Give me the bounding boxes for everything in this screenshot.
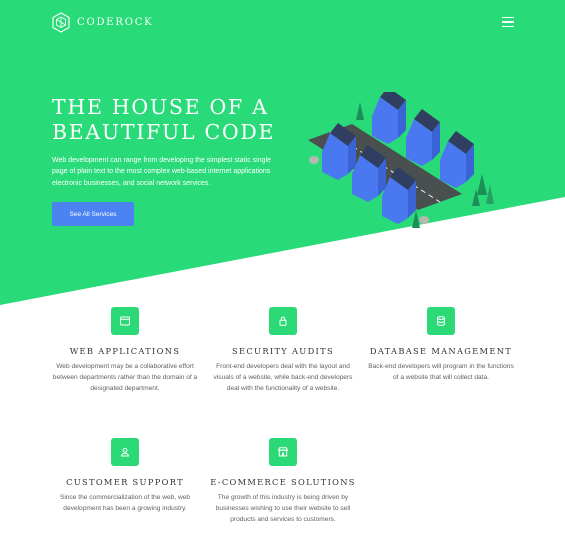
hero-title: THE HOUSE OF A BEAUTIFUL CODE bbox=[52, 95, 275, 145]
lock-icon bbox=[269, 307, 297, 335]
service-web-applications: WEB APPLICATIONS Web development may be … bbox=[50, 307, 200, 394]
user-support-icon bbox=[111, 438, 139, 466]
service-ecommerce-solutions: E-COMMERCE SOLUTIONS The growth of this … bbox=[208, 438, 358, 525]
service-description: Back-end developers will program in the … bbox=[368, 363, 514, 381]
isometric-houses-illustration bbox=[308, 92, 494, 228]
top-navbar: CODEROCK bbox=[0, 0, 565, 46]
service-description: Front-end developers deal with the layou… bbox=[213, 363, 353, 392]
service-security-audits: SECURITY AUDITS Front-end developers dea… bbox=[208, 307, 358, 394]
service-title: WEB APPLICATIONS bbox=[69, 346, 181, 356]
service-customer-support: CUSTOMER SUPPORT Since the commercializa… bbox=[50, 438, 200, 514]
service-title: SECURITY AUDITS bbox=[232, 346, 334, 356]
hero-title-line-1: THE HOUSE OF A bbox=[52, 95, 269, 119]
service-database-management: DATABASE MANAGEMENT Back-end developers … bbox=[366, 307, 516, 383]
service-description: Since the commercialization of the web, … bbox=[59, 494, 191, 512]
database-icon bbox=[427, 307, 455, 335]
hero-description: Web development can range from developin… bbox=[52, 157, 271, 187]
service-title: CUSTOMER SUPPORT bbox=[66, 477, 184, 487]
service-title: E-COMMERCE SOLUTIONS bbox=[210, 477, 356, 487]
hexagon-logo-icon bbox=[52, 12, 70, 33]
service-description: The growth of this industry is being dri… bbox=[215, 494, 351, 523]
window-icon bbox=[111, 307, 139, 335]
see-all-services-button[interactable]: See All Services bbox=[52, 202, 134, 226]
service-description: Web development may be a collaborative e… bbox=[52, 363, 198, 392]
brand-logo[interactable]: CODEROCK bbox=[52, 12, 153, 33]
service-title: DATABASE MANAGEMENT bbox=[369, 346, 513, 356]
hamburger-menu-icon[interactable] bbox=[502, 17, 514, 27]
brand-name: CODEROCK bbox=[77, 17, 154, 28]
shop-icon bbox=[269, 438, 297, 466]
hero-title-line-2: BEAUTIFUL CODE bbox=[52, 120, 276, 144]
